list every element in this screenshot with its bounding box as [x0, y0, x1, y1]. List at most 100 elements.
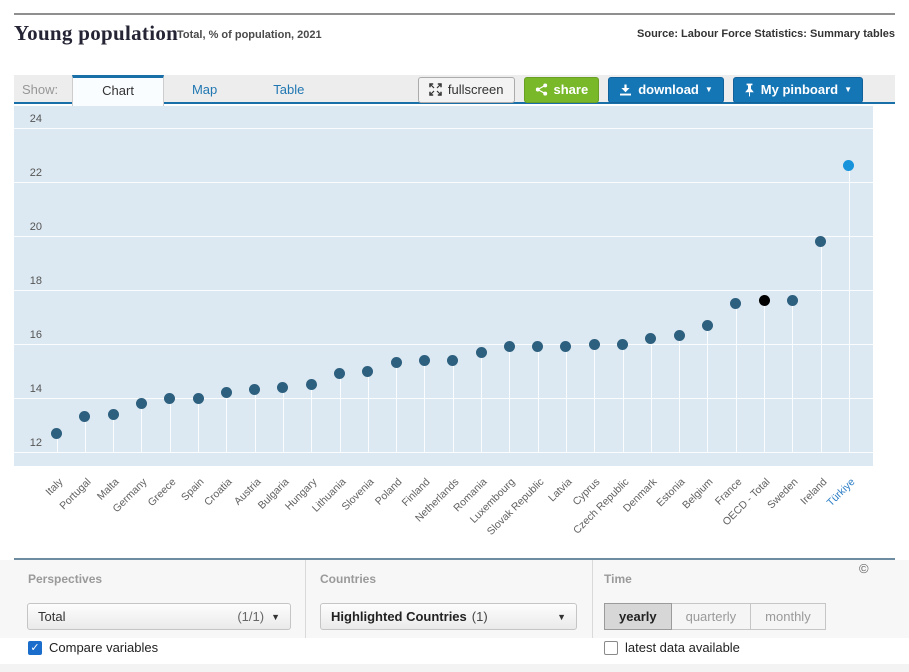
data-point[interactable]: [730, 298, 742, 309]
show-label: Show:: [22, 82, 59, 97]
toolbar-actions: fullscreen share download ▼ My pinboard …: [417, 75, 895, 104]
caret-down-icon: ▼: [704, 84, 713, 94]
lollipop-stem: [169, 398, 171, 452]
pinboard-label: My pinboard: [760, 82, 839, 97]
data-point[interactable]: [645, 333, 657, 345]
y-axis-tick-label: 22: [29, 167, 42, 179]
lollipop-stem: [282, 387, 284, 452]
data-point[interactable]: [390, 357, 402, 369]
lower-section-edge: [0, 664, 909, 672]
tab-chart[interactable]: Chart: [72, 75, 164, 106]
time-option-monthly[interactable]: monthly: [750, 603, 826, 630]
data-point[interactable]: [107, 408, 119, 420]
lollipop-stem: [84, 416, 86, 452]
lollipop-stem: [820, 241, 822, 452]
data-point[interactable]: [815, 235, 827, 247]
tab-map[interactable]: Map: [164, 75, 245, 104]
lollipop-stem: [198, 398, 199, 452]
latest-data-checkbox[interactable]: latest data available: [604, 640, 740, 655]
data-point[interactable]: [362, 365, 374, 377]
lollipop-stem: [481, 352, 482, 452]
share-icon: [535, 83, 548, 96]
panel-divider: [592, 560, 593, 638]
data-point[interactable]: [220, 387, 232, 399]
data-point[interactable]: [843, 160, 855, 172]
checkbox-checked-icon[interactable]: ✓: [28, 640, 42, 655]
lollipop-stem: [622, 344, 624, 452]
tab-table[interactable]: Table: [245, 75, 332, 104]
data-point[interactable]: [277, 381, 289, 393]
caret-down-icon: ▼: [557, 611, 566, 622]
data-point[interactable]: [334, 368, 345, 380]
panel-divider: [305, 560, 306, 638]
time-option-quarterly[interactable]: quarterly: [670, 603, 752, 630]
lollipop-stem: [452, 360, 454, 452]
data-point[interactable]: [758, 295, 770, 307]
data-point[interactable]: [786, 295, 798, 307]
x-axis-labels: Italy Portugal Malta Germany Greece Spain Croa…: [14, 466, 895, 556]
data-point[interactable]: [701, 319, 713, 331]
y-axis-tick-label: 20: [29, 221, 42, 233]
caret-down-icon: ▼: [271, 611, 280, 622]
fullscreen-button[interactable]: fullscreen: [417, 76, 515, 103]
download-button[interactable]: download ▼: [608, 76, 724, 103]
data-point[interactable]: [503, 341, 515, 353]
data-point[interactable]: [560, 341, 572, 353]
lollipop-stem: [679, 335, 681, 452]
compare-variables-checkbox[interactable]: ✓ Compare variables: [28, 640, 158, 655]
data-point[interactable]: [164, 392, 176, 404]
countries-dropdown-value: Highlighted Countries: [331, 609, 467, 624]
download-label: download: [638, 82, 699, 97]
data-point[interactable]: [192, 392, 204, 404]
view-tabs: Chart Map Table: [72, 75, 332, 106]
data-point[interactable]: [51, 427, 62, 439]
share-button[interactable]: share: [523, 76, 600, 103]
share-label: share: [553, 82, 589, 97]
lollipop-stem: [367, 371, 369, 452]
page: Young population Total, % of population,…: [0, 0, 909, 672]
y-axis-tick-label: 18: [29, 275, 42, 287]
lollipop-stem: [764, 300, 765, 452]
countries-dropdown-count: (1): [471, 609, 488, 624]
lollipop-stem: [735, 303, 737, 452]
data-point[interactable]: [475, 346, 487, 358]
data-point[interactable]: [249, 384, 261, 396]
data-point[interactable]: [588, 338, 600, 350]
latest-data-label: latest data available: [625, 640, 740, 655]
lollipop-stem: [311, 384, 313, 452]
data-point[interactable]: [418, 354, 430, 366]
lollipop-stem: [339, 373, 341, 452]
download-icon: [619, 84, 632, 96]
chart-area: 12 14 16 18 20 22 24 Italy Portugal Malta Germany…: [14, 106, 895, 556]
time-frequency-toggle: yearly quarterly monthly: [604, 603, 826, 630]
gridline: [14, 182, 873, 183]
lollipop-stem: [509, 346, 511, 452]
data-point[interactable]: [617, 338, 628, 350]
lollipop-stem: [594, 344, 596, 452]
y-axis-tick-label: 12: [29, 437, 42, 449]
perspectives-dropdown-value: Total: [38, 609, 66, 624]
data-point[interactable]: [447, 354, 459, 366]
data-point[interactable]: [79, 411, 91, 423]
data-point[interactable]: [532, 341, 544, 353]
time-option-yearly[interactable]: yearly: [604, 603, 672, 630]
page-title: Young population: [14, 21, 179, 45]
data-point[interactable]: [305, 379, 317, 390]
source-label: Source: Labour Force Statistics: Summary…: [637, 28, 895, 40]
perspectives-dropdown-count: (1/1): [237, 609, 265, 624]
toolbar: Show: Chart Map Table fullscreen share d…: [14, 75, 895, 106]
data-point[interactable]: [135, 397, 147, 409]
my-pinboard-button[interactable]: My pinboard ▼: [732, 76, 863, 103]
lollipop-stem: [565, 346, 567, 452]
lollipop-stem: [848, 165, 850, 452]
perspectives-dropdown[interactable]: Total (1/1) ▼: [27, 603, 291, 630]
lollipop-stem: [424, 360, 426, 452]
countries-dropdown[interactable]: Highlighted Countries (1) ▼: [320, 603, 577, 630]
data-point[interactable]: [673, 330, 685, 342]
lollipop-stem: [792, 300, 794, 452]
chart-plot: 12 14 16 18 20 22 24: [14, 106, 873, 466]
gridline: [14, 290, 873, 291]
countries-header: Countries: [320, 572, 377, 586]
checkbox-unchecked-icon[interactable]: [604, 640, 618, 655]
lollipop-stem: [707, 325, 709, 452]
